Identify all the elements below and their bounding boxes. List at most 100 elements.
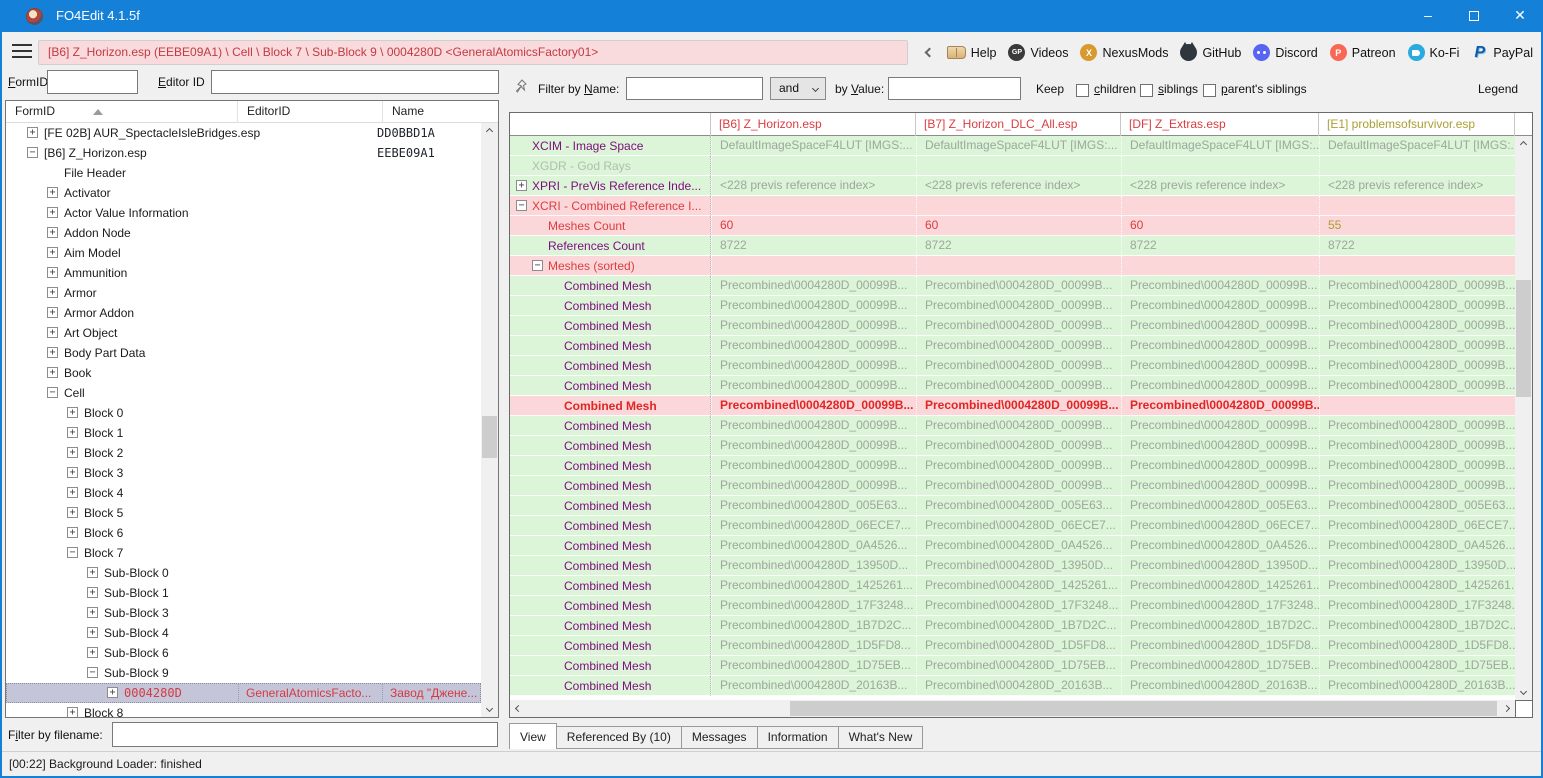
tree-row[interactable]: +Block 5	[6, 503, 481, 523]
minimize-button[interactable]: –	[1405, 0, 1451, 32]
grid-value-cell[interactable]	[711, 256, 916, 276]
checkbox-siblings[interactable]	[1140, 84, 1153, 97]
close-button[interactable]: ✕	[1497, 0, 1543, 32]
formid-input[interactable]	[47, 70, 138, 94]
scroll-down-icon[interactable]	[481, 700, 498, 717]
expand-plus-icon[interactable]: +	[47, 347, 58, 358]
expand-plus-icon[interactable]: +	[87, 647, 98, 658]
tree-row[interactable]: +Sub-Block 6	[6, 643, 481, 663]
grid-value-cell[interactable]: Precombined\0004280D_1B7D2C...	[1121, 616, 1319, 636]
tree-row[interactable]: +Ammunition	[6, 263, 481, 283]
grid-value-cell[interactable]: Precombined\0004280D_00099B...	[1121, 336, 1319, 356]
grid-row[interactable]: Combined MeshPrecombined\0004280D_00099B…	[510, 336, 1515, 356]
grid-value-cell[interactable]: Precombined\0004280D_00099B...	[1319, 356, 1515, 376]
grid-value-cell[interactable]: Precombined\0004280D_1D5FD8...	[916, 636, 1121, 656]
grid-value-cell[interactable]: Precombined\0004280D_1425261...	[916, 576, 1121, 596]
tree-row[interactable]: +Block 2	[6, 443, 481, 463]
grid-value-cell[interactable]: Precombined\0004280D_00099B...	[916, 296, 1121, 316]
grid-value-cell[interactable]: Precombined\0004280D_00099B...	[1121, 376, 1319, 396]
grid-value-cell[interactable]: Precombined\0004280D_00099B...	[916, 476, 1121, 496]
checkbox-children[interactable]	[1076, 84, 1089, 97]
grid-value-cell[interactable]: 55	[1319, 216, 1515, 236]
grid-row[interactable]: Combined MeshPrecombined\0004280D_13950D…	[510, 556, 1515, 576]
back-button[interactable]	[916, 40, 942, 65]
tab-messages[interactable]: Messages	[681, 726, 758, 749]
grid-value-cell[interactable]: Precombined\0004280D_13950D...	[1121, 556, 1319, 576]
grid-value-cell[interactable]: DefaultImageSpaceF4LUT [IMGS:...	[1319, 136, 1515, 156]
grid-value-cell[interactable]: <228 previs reference index>	[711, 176, 916, 196]
grid-value-cell[interactable]: Precombined\0004280D_17F3248...	[1121, 596, 1319, 616]
grid-value-cell[interactable]: Precombined\0004280D_1D75EB...	[916, 656, 1121, 676]
grid-value-cell[interactable]: Precombined\0004280D_1B7D2C...	[1319, 616, 1515, 636]
grid-value-cell[interactable]: <228 previs reference index>	[1121, 176, 1319, 196]
tree-scrollbar-thumb[interactable]	[482, 416, 497, 458]
grid-value-cell[interactable]: 60	[1121, 216, 1319, 236]
grid-value-cell[interactable]: Precombined\0004280D_00099B...	[711, 476, 916, 496]
tree-row[interactable]: −Sub-Block 9	[6, 663, 481, 683]
grid-row[interactable]: −XCRI - Combined Reference I...	[510, 196, 1515, 216]
tree-col-name[interactable]: Name	[383, 101, 498, 123]
tree-row[interactable]: +Body Part Data	[6, 343, 481, 363]
pin-icon[interactable]	[513, 79, 529, 95]
grid-value-cell[interactable]	[1319, 396, 1515, 416]
tree-row[interactable]: +Block 0	[6, 403, 481, 423]
tree-row[interactable]: +Block 4	[6, 483, 481, 503]
tree-row[interactable]: −Block 7	[6, 543, 481, 563]
expand-plus-icon[interactable]: +	[47, 247, 58, 258]
expand-plus-icon[interactable]: +	[47, 287, 58, 298]
grid-value-cell[interactable]: Precombined\0004280D_00099B...	[711, 336, 916, 356]
grid-value-cell[interactable]: Precombined\0004280D_00099B...	[1319, 296, 1515, 316]
expand-plus-icon[interactable]: +	[67, 707, 78, 717]
grid-value-cell[interactable]: Precombined\0004280D_00099B...	[916, 456, 1121, 476]
grid-value-cell[interactable]: Precombined\0004280D_0A4526...	[711, 536, 916, 556]
link-github[interactable]: GitHub	[1180, 44, 1241, 61]
tree-row[interactable]: +Sub-Block 1	[6, 583, 481, 603]
grid-column-header[interactable]: [B7] Z_Horizon_DLC_All.esp	[916, 113, 1121, 136]
grid-value-cell[interactable]: Precombined\0004280D_00099B...	[916, 396, 1121, 416]
grid-value-cell[interactable]: Precombined\0004280D_1D5FD8...	[711, 636, 916, 656]
grid-value-cell[interactable]: 8722	[916, 236, 1121, 256]
grid-value-cell[interactable]: 60	[711, 216, 916, 236]
grid-value-cell[interactable]: Precombined\0004280D_00099B...	[1121, 296, 1319, 316]
link-videos[interactable]: GPVideos	[1008, 44, 1068, 61]
expand-plus-icon[interactable]: +	[47, 267, 58, 278]
grid-value-cell[interactable]: Precombined\0004280D_00099B...	[1121, 436, 1319, 456]
tree-row[interactable]: +Sub-Block 0	[6, 563, 481, 583]
grid-value-cell[interactable]: Precombined\0004280D_00099B...	[1121, 356, 1319, 376]
grid-value-cell[interactable]: Precombined\0004280D_00099B...	[711, 396, 916, 416]
grid-value-cell[interactable]: 8722	[1121, 236, 1319, 256]
grid-row[interactable]: Combined MeshPrecombined\0004280D_00099B…	[510, 296, 1515, 316]
tree-row[interactable]: −[B6] Z_Horizon.espEEBE09A1	[6, 143, 481, 163]
grid-value-cell[interactable]: Precombined\0004280D_00099B...	[711, 316, 916, 336]
grid-value-cell[interactable]	[916, 156, 1121, 176]
expand-plus-icon[interactable]: +	[107, 687, 118, 698]
tree-vertical-scrollbar[interactable]	[481, 123, 498, 717]
expand-plus-icon[interactable]: +	[87, 567, 98, 578]
grid-value-cell[interactable]: Precombined\0004280D_13950D...	[916, 556, 1121, 576]
menu-icon[interactable]	[12, 44, 32, 58]
grid-row[interactable]: Combined MeshPrecombined\0004280D_00099B…	[510, 416, 1515, 436]
grid-value-cell[interactable]: Precombined\0004280D_13950D...	[711, 556, 916, 576]
expand-plus-icon[interactable]: +	[516, 180, 527, 191]
grid-value-cell[interactable]: Precombined\0004280D_00099B...	[1319, 336, 1515, 356]
grid-value-cell[interactable]: Precombined\0004280D_00099B...	[916, 276, 1121, 296]
grid-value-cell[interactable]: Precombined\0004280D_005E63...	[916, 496, 1121, 516]
scroll-left-icon[interactable]	[510, 700, 527, 717]
grid-row[interactable]: Meshes Count60606055	[510, 216, 1515, 236]
grid-value-cell[interactable]: Precombined\0004280D_00099B...	[916, 436, 1121, 456]
grid-row[interactable]: Combined MeshPrecombined\0004280D_00099B…	[510, 436, 1515, 456]
grid-hscrollbar-thumb[interactable]	[790, 701, 1497, 716]
grid-value-cell[interactable]: Precombined\0004280D_20163B...	[1121, 676, 1319, 696]
grid-value-cell[interactable]: Precombined\0004280D_00099B...	[711, 296, 916, 316]
legend-link[interactable]: Legend	[1478, 82, 1518, 96]
grid-value-cell[interactable]: Precombined\0004280D_00099B...	[1121, 396, 1319, 416]
grid-value-cell[interactable]: Precombined\0004280D_00099B...	[1121, 456, 1319, 476]
collapse-minus-icon[interactable]: −	[27, 147, 38, 158]
tree-row[interactable]: +Block 3	[6, 463, 481, 483]
expand-plus-icon[interactable]: +	[87, 607, 98, 618]
grid-value-cell[interactable]: Precombined\0004280D_00099B...	[916, 316, 1121, 336]
grid-value-cell[interactable]	[1319, 196, 1515, 216]
grid-row[interactable]: Combined MeshPrecombined\0004280D_00099B…	[510, 396, 1515, 416]
grid-value-cell[interactable]: Precombined\0004280D_00099B...	[711, 376, 916, 396]
grid-value-cell[interactable]: Precombined\0004280D_00099B...	[1319, 376, 1515, 396]
